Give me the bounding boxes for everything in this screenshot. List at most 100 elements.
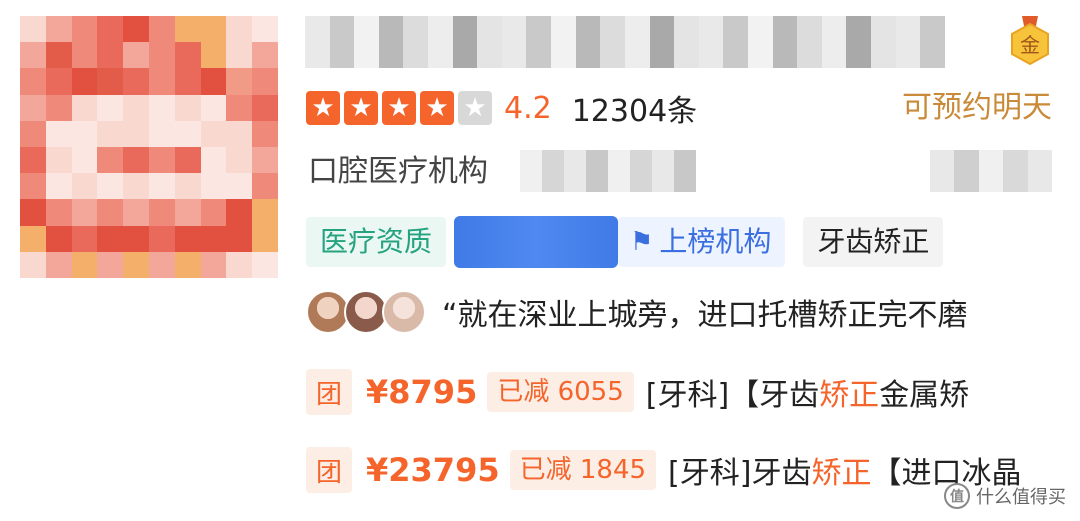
store-thumbnail[interactable] bbox=[20, 16, 278, 278]
deal-item[interactable]: 团 ¥8795 已减 6055 [牙科]【牙齿矫正金属矫 bbox=[306, 368, 969, 416]
store-name-blurred[interactable] bbox=[305, 16, 945, 68]
thumbnail-pixel bbox=[200, 68, 227, 95]
blur-block bbox=[305, 16, 330, 68]
blur-block bbox=[1003, 150, 1028, 192]
thumbnail-pixel bbox=[97, 147, 124, 174]
blur-block bbox=[520, 150, 542, 192]
blur-block bbox=[542, 150, 564, 192]
thumbnail-pixel bbox=[45, 173, 72, 200]
blur-block bbox=[871, 16, 896, 68]
blur-block bbox=[797, 16, 822, 68]
review-snippet[interactable]: “就在深业上城旁，进口托槽矫正完不磨 bbox=[306, 288, 968, 336]
thumbnail-pixel bbox=[252, 120, 278, 147]
thumbnail-pixel bbox=[97, 199, 124, 226]
thumbnail-pixel bbox=[71, 225, 98, 252]
thumbnail-pixel bbox=[148, 16, 175, 43]
thumbnail-pixel bbox=[148, 120, 175, 147]
blur-block bbox=[354, 16, 379, 68]
thumbnail-pixel bbox=[174, 120, 201, 147]
deal-discount: 已减 1845 bbox=[509, 450, 657, 490]
thumbnail-pixel bbox=[45, 94, 72, 121]
tag-ranked-institution[interactable]: ⚑ 上榜机构 bbox=[618, 217, 786, 267]
thumbnail-pixel bbox=[252, 94, 278, 121]
thumbnail-pixel bbox=[71, 120, 98, 147]
rating-stars: ★ ★ ★ ★ ★ bbox=[306, 91, 496, 125]
thumbnail-pixel bbox=[20, 173, 46, 200]
thumbnail-pixel bbox=[200, 251, 227, 278]
tag-list: 医疗资质 ⚑ 上榜机构 牙齿矫正 bbox=[306, 216, 951, 268]
star-filled-icon: ★ bbox=[306, 91, 340, 125]
tag-orthodontics[interactable]: 牙齿矫正 bbox=[803, 217, 944, 267]
blur-block bbox=[586, 150, 608, 192]
thumbnail-pixel bbox=[174, 68, 201, 95]
thumbnail-pixel bbox=[45, 199, 72, 226]
thumbnail-pixel bbox=[174, 225, 201, 252]
thumbnail-pixel bbox=[252, 147, 278, 174]
thumbnail-pixel bbox=[174, 42, 201, 69]
blur-block bbox=[564, 150, 586, 192]
thumbnail-pixel bbox=[97, 68, 124, 95]
thumbnail-pixel bbox=[97, 251, 124, 278]
thumbnail-pixel bbox=[123, 68, 149, 95]
thumbnail-pixel bbox=[174, 199, 201, 226]
thumbnail-pixel bbox=[71, 199, 98, 226]
group-buy-badge: 团 bbox=[306, 447, 352, 493]
thumbnail-pixel bbox=[20, 120, 46, 147]
thumbnail-pixel bbox=[71, 94, 98, 121]
watermark-text: 什么值得买 bbox=[976, 487, 1066, 508]
thumbnail-pixel bbox=[148, 147, 175, 174]
star-empty-icon: ★ bbox=[458, 91, 492, 125]
tag-medical-qualification[interactable]: 医疗资质 bbox=[306, 217, 447, 267]
rating-row: ★ ★ ★ ★ ★ 4.2 12304条 bbox=[306, 86, 697, 130]
thumbnail-pixel bbox=[148, 173, 175, 200]
thumbnail-pixel bbox=[200, 42, 227, 69]
group-buy-badge: 团 bbox=[306, 369, 352, 415]
blur-block bbox=[698, 16, 724, 68]
thumbnail-pixel bbox=[20, 16, 46, 43]
thumbnail-pixel bbox=[252, 225, 278, 252]
thumbnail-pixel bbox=[252, 173, 278, 200]
thumbnail-pixel bbox=[148, 199, 175, 226]
thumbnail-pixel bbox=[71, 147, 98, 174]
thumbnail-pixel bbox=[226, 16, 253, 43]
thumbnail-pixel bbox=[123, 42, 149, 69]
blur-block bbox=[652, 150, 674, 192]
thumbnail-pixel bbox=[226, 42, 253, 69]
blur-block bbox=[378, 16, 404, 68]
thumbnail-pixel bbox=[226, 94, 253, 121]
blur-block bbox=[452, 16, 478, 68]
thumbnail-pixel bbox=[174, 94, 201, 121]
blur-block bbox=[895, 16, 921, 68]
distance-blurred bbox=[930, 150, 1053, 192]
thumbnail-pixel bbox=[123, 173, 149, 200]
blur-block bbox=[477, 16, 502, 68]
thumbnail-pixel bbox=[123, 251, 149, 278]
review-count[interactable]: 12304条 bbox=[572, 86, 697, 130]
avatar bbox=[382, 290, 426, 334]
thumbnail-pixel bbox=[97, 173, 124, 200]
thumbnail-pixel bbox=[226, 251, 253, 278]
blur-block bbox=[329, 16, 355, 68]
deal-price: ¥23795 bbox=[366, 451, 500, 489]
thumbnail-pixel bbox=[20, 225, 46, 252]
thumbnail-pixel bbox=[123, 94, 149, 121]
blur-block bbox=[978, 150, 1004, 192]
thumbnail-pixel bbox=[148, 251, 175, 278]
thumbnail-pixel bbox=[200, 225, 227, 252]
blur-block bbox=[649, 16, 675, 68]
gold-rank-badge-icon: 金 bbox=[1008, 16, 1052, 68]
blur-block bbox=[600, 16, 625, 68]
thumbnail-pixel bbox=[174, 147, 201, 174]
thumbnail-pixel bbox=[20, 42, 46, 69]
tag-blurred[interactable] bbox=[454, 216, 619, 268]
thumbnail-pixel bbox=[174, 173, 201, 200]
deal-item[interactable]: 团 ¥23795 已减 1845 [牙科]牙齿矫正【进口冰晶 bbox=[306, 446, 1021, 494]
thumbnail-pixel bbox=[252, 199, 278, 226]
thumbnail-pixel bbox=[123, 16, 149, 43]
thumbnail-pixel bbox=[45, 16, 72, 43]
blur-block bbox=[624, 16, 650, 68]
blur-block bbox=[723, 16, 748, 68]
blur-block bbox=[630, 150, 652, 192]
thumbnail-pixel bbox=[97, 94, 124, 121]
blur-block bbox=[747, 16, 773, 68]
